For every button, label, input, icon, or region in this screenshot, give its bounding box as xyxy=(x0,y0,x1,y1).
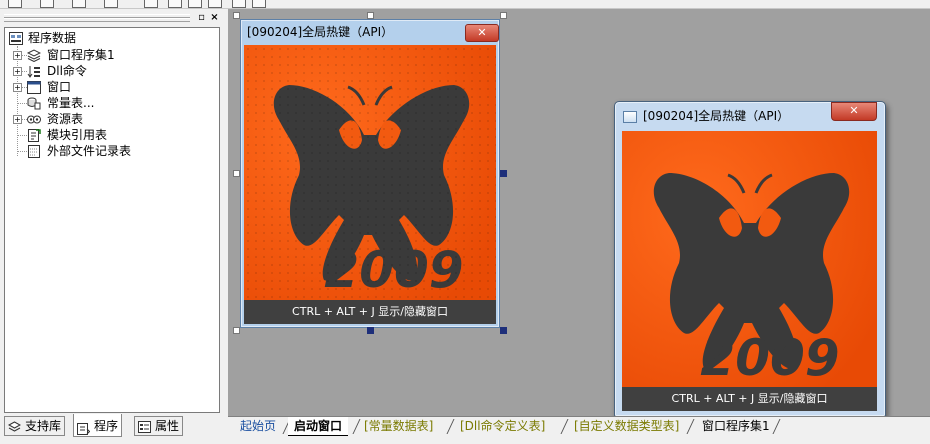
tab-dll-commands[interactable]: [Dll命令定义表] xyxy=(454,417,551,435)
runtime-window[interactable]: [090204]全局热键（API） ✕ 2009 CTRL + ALT + J … xyxy=(614,101,886,417)
picture-box[interactable]: 2009 CTRL + ALT + J 显示/隐藏窗口 xyxy=(622,131,877,411)
tab-support-library[interactable]: 支持库 xyxy=(4,416,66,436)
toolbar-button-icon[interactable] xyxy=(252,0,266,8)
tab-label: 属性 xyxy=(155,419,180,433)
resource-icon xyxy=(27,113,41,125)
resize-handle[interactable] xyxy=(233,327,240,334)
program-icon xyxy=(77,419,91,435)
tab-label: 支持库 xyxy=(25,419,62,433)
tree-item-label: 模块引用表 xyxy=(47,128,108,142)
close-icon[interactable]: ✕ xyxy=(465,24,499,42)
app-window-icon xyxy=(623,111,637,123)
tree-item-label: 窗口程序集1 xyxy=(47,48,115,62)
tree-connector xyxy=(17,46,18,156)
resize-handle[interactable] xyxy=(233,12,240,19)
dll-arrow-icon xyxy=(27,65,40,78)
tree-connector xyxy=(17,135,27,136)
close-icon[interactable]: ✕ xyxy=(831,102,877,121)
toolbar-button-icon[interactable] xyxy=(40,0,54,8)
expand-plus-icon[interactable]: + xyxy=(13,115,22,124)
resize-handle[interactable] xyxy=(367,12,374,19)
year-text: 2009 xyxy=(700,329,839,387)
program-data-icon xyxy=(9,32,23,45)
toolbar-button-icon[interactable] xyxy=(168,0,182,8)
tree-item-label: 外部文件记录表 xyxy=(47,144,132,158)
panel-header: ▫ × xyxy=(4,11,223,25)
tab-separator xyxy=(686,419,695,434)
expand-plus-icon[interactable]: + xyxy=(13,67,22,76)
expand-plus-icon[interactable]: + xyxy=(13,51,22,60)
tab-window-assembly[interactable]: 窗口程序集1 xyxy=(696,417,776,435)
toolbar-button-icon[interactable] xyxy=(72,0,86,8)
hotkey-caption: CTRL + ALT + J 显示/隐藏窗口 xyxy=(622,387,877,411)
tree-connector xyxy=(17,151,27,152)
panel-tabs: 支持库 程序 属性 xyxy=(0,414,227,443)
resize-handle[interactable] xyxy=(500,170,507,177)
design-form[interactable]: [090204]全局热键（API） ✕ 2009 CTRL + ALT + J … xyxy=(240,19,500,328)
toolbar-button-icon[interactable] xyxy=(104,0,118,8)
picture-box[interactable]: 2009 CTRL + ALT + J 显示/隐藏窗口 xyxy=(244,45,496,324)
resize-handle[interactable] xyxy=(500,12,507,19)
resize-handle[interactable] xyxy=(367,327,374,334)
tab-program[interactable]: 程序 xyxy=(73,414,123,437)
project-tree[interactable]: 程序数据 + 窗口程序集1 + Dll命令 + 窗口 常量表... + 资源表 … xyxy=(4,27,220,413)
toolbar-button-icon[interactable] xyxy=(208,0,222,8)
grid-dots xyxy=(244,45,496,324)
tree-root-label: 程序数据 xyxy=(28,31,77,45)
tree-item-label: 常量表... xyxy=(47,96,95,110)
tree-item-label: 资源表 xyxy=(47,112,84,126)
panel-grip[interactable] xyxy=(4,18,190,22)
module-ref-icon xyxy=(27,129,41,142)
window-icon xyxy=(27,81,41,94)
resize-handle[interactable] xyxy=(233,170,240,177)
hotkey-caption: CTRL + ALT + J 显示/隐藏窗口 xyxy=(244,300,496,324)
tab-custom-types[interactable]: [自定义数据类型表] xyxy=(568,417,685,435)
design-form-title: [090204]全局热键（API） xyxy=(247,25,394,39)
runtime-window-title: [090204]全局热键（API） xyxy=(643,109,790,123)
resize-handle[interactable] xyxy=(500,327,507,334)
tree-item-label: 窗口 xyxy=(47,80,72,94)
tab-startup-window[interactable]: 启动窗口 xyxy=(288,417,349,436)
constant-table-icon xyxy=(27,97,41,110)
expand-plus-icon[interactable]: + xyxy=(13,83,22,92)
toolbar-strip xyxy=(0,0,930,9)
close-panel-icon[interactable]: × xyxy=(209,12,220,23)
file-record-icon xyxy=(27,145,40,158)
document-tabs: 起始页 启动窗口 [常量数据表] [Dll命令定义表] [自定义数据类型表] 窗… xyxy=(228,416,930,444)
tab-constant-table[interactable]: [常量数据表] xyxy=(358,417,439,435)
stack-icon xyxy=(26,49,42,63)
tab-start-page[interactable]: 起始页 xyxy=(234,417,282,435)
toolbar-button-icon[interactable] xyxy=(232,0,246,8)
toolbar-button-icon[interactable] xyxy=(188,0,202,8)
maximize-panel-icon[interactable]: ▫ xyxy=(196,12,207,23)
toolbar-button-icon[interactable] xyxy=(8,0,22,8)
tab-properties[interactable]: 属性 xyxy=(134,416,184,436)
toolbar-button-icon[interactable] xyxy=(144,0,158,8)
project-panel: ▫ × 程序数据 + 窗口程序集1 + Dll命令 + 窗口 常量表... + … xyxy=(0,9,227,443)
butterfly-picture: 2009 xyxy=(622,131,877,411)
tab-label: 程序 xyxy=(94,419,119,433)
tree-item-label: Dll命令 xyxy=(47,64,87,78)
tree-connector xyxy=(17,103,27,104)
library-icon xyxy=(7,420,22,432)
properties-icon xyxy=(138,420,151,433)
